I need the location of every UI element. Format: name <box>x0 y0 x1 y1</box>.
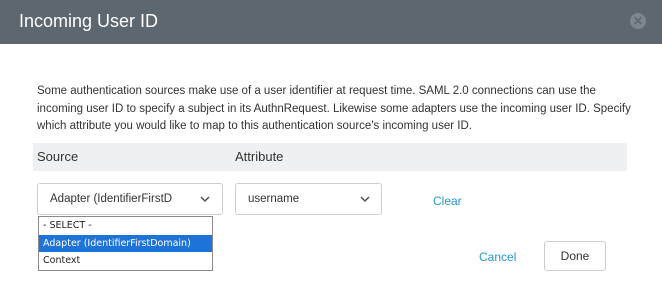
description-text: Some authentication sources make use of … <box>37 85 631 132</box>
attribute-column-header: Attribute <box>235 149 284 164</box>
dropdown-option[interactable]: Context <box>39 252 212 270</box>
dialog-title: Incoming User ID <box>19 11 159 31</box>
close-icon[interactable]: ✕ <box>630 13 646 29</box>
cancel-link[interactable]: Cancel <box>479 250 516 264</box>
source-select[interactable]: Adapter (IdentifierFirstDomain) <box>37 183 223 215</box>
dropdown-option-selected[interactable]: Adapter (IdentifierFirstDomain) <box>39 234 212 252</box>
attribute-select[interactable]: username <box>235 183 382 215</box>
clear-link[interactable]: Clear <box>433 194 462 208</box>
dialog-title-bar: Incoming User ID ✕ <box>0 0 662 44</box>
chevron-down-icon <box>200 196 210 203</box>
source-column-header: Source <box>37 149 79 164</box>
source-select-value: Adapter (IdentifierFirstDomain) <box>50 193 172 205</box>
source-dropdown-list: - SELECT - Adapter (IdentifierFirstDomai… <box>38 216 213 271</box>
attribute-select-value: username <box>248 193 300 205</box>
table-header: Source Attribute <box>33 143 627 171</box>
chevron-down-icon <box>360 196 370 203</box>
done-button[interactable]: Done <box>544 241 606 271</box>
dropdown-option[interactable]: - SELECT - <box>39 217 212 235</box>
